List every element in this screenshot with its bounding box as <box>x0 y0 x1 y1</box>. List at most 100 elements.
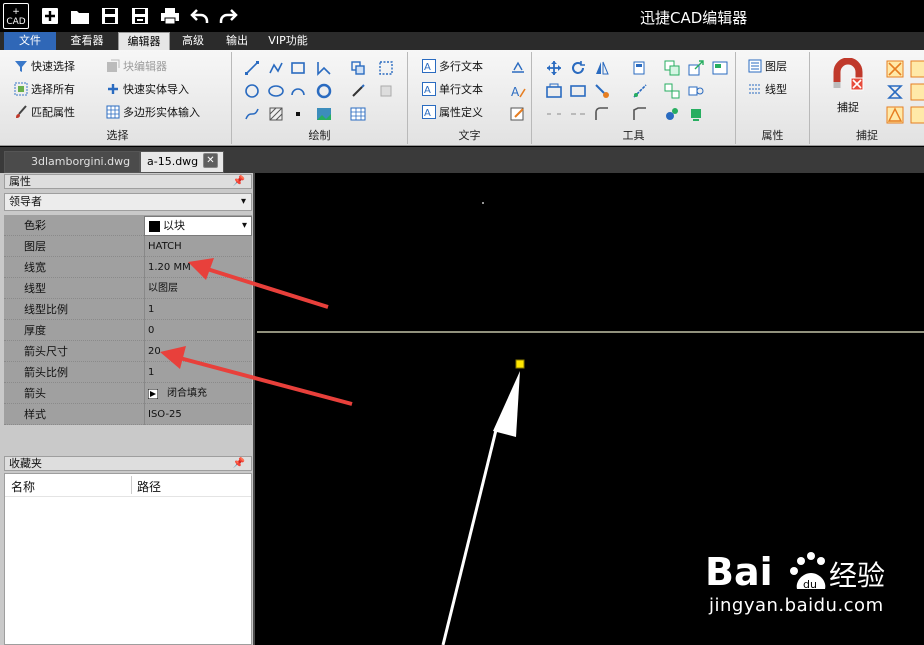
scale-icon[interactable] <box>688 60 704 76</box>
tab-file[interactable]: 文件 <box>4 32 56 50</box>
property-row-arrow[interactable]: 箭头 闭合填充 <box>4 383 252 404</box>
favorites-column-name[interactable]: 名称 <box>11 478 35 495</box>
gear-edit-icon[interactable] <box>664 106 680 122</box>
stretch-icon[interactable] <box>712 60 728 76</box>
match-properties-button[interactable]: 匹配属性 <box>14 104 75 120</box>
snap-midpoint-icon[interactable] <box>910 60 924 78</box>
array-icon[interactable] <box>632 60 648 76</box>
tab-editor[interactable]: 编辑器 <box>118 32 170 50</box>
open-folder-icon[interactable] <box>69 5 91 27</box>
hatch-icon[interactable] <box>268 106 284 122</box>
chamfer-icon[interactable] <box>632 83 648 99</box>
mirror-icon[interactable] <box>594 60 610 76</box>
layer-button[interactable]: 图层 <box>748 58 787 74</box>
save-as-icon[interactable] <box>129 5 151 27</box>
snap-intersection-icon[interactable] <box>886 83 904 101</box>
properties-panel-header: 属性 📌 <box>4 174 252 189</box>
select-all-button[interactable]: 选择所有 <box>14 81 75 97</box>
property-row-style[interactable]: 样式 ISO-25 <box>4 404 252 425</box>
polygon-entity-input-button[interactable]: 多边形实体输入 <box>106 104 200 120</box>
entity-type-select[interactable]: 领导者 ▾ <box>4 193 252 211</box>
join-icon[interactable] <box>688 83 704 99</box>
snap-center-icon[interactable] <box>910 83 924 101</box>
save-icon[interactable] <box>99 5 121 27</box>
pin-icon[interactable]: 📌 <box>233 457 245 470</box>
pen-icon[interactable] <box>350 83 366 99</box>
tab-output[interactable]: 输出 <box>218 32 256 50</box>
break-at-point-icon[interactable] <box>570 106 586 122</box>
property-row-thickness[interactable]: 厚度 0 <box>4 320 252 341</box>
tab-advanced[interactable]: 高级 <box>174 32 212 50</box>
property-row-lineweight[interactable]: 线宽 1.20 MM <box>4 257 252 278</box>
text-edit-icon[interactable]: A <box>510 83 526 99</box>
tab-viewer[interactable]: 查看器 <box>62 32 112 50</box>
image-icon[interactable] <box>316 106 332 122</box>
extend-icon[interactable] <box>594 83 610 99</box>
favorites-column-path[interactable]: 路径 <box>137 478 161 495</box>
leader-line[interactable] <box>441 425 499 645</box>
leader-arrowhead[interactable] <box>493 371 520 437</box>
property-row-arrow-size[interactable]: 箭头尺寸 20 <box>4 341 252 362</box>
tab-vip[interactable]: VIP功能 <box>262 32 314 50</box>
text-style-icon[interactable] <box>510 60 526 76</box>
line-icon[interactable] <box>244 60 260 76</box>
property-row-linetype-scale[interactable]: 线型比例 1 <box>4 299 252 320</box>
break-icon[interactable] <box>546 106 562 122</box>
rotate-icon[interactable] <box>570 60 586 76</box>
app-title: 迅捷CAD编辑器 <box>640 9 748 27</box>
property-row-linetype[interactable]: 线型 以图层 <box>4 278 252 299</box>
snap-endpoint-icon[interactable] <box>886 60 904 78</box>
rectangle-icon[interactable] <box>290 60 306 76</box>
circle-icon[interactable] <box>244 83 260 99</box>
quick-select-button[interactable]: 快速选择 <box>14 58 75 74</box>
attribute-define-button[interactable]: A 属性定义 <box>422 104 483 120</box>
table-icon[interactable] <box>350 106 366 122</box>
corner-icon[interactable] <box>632 106 648 122</box>
svg-text:A: A <box>511 85 520 99</box>
print-icon[interactable] <box>159 5 181 27</box>
insert-block-icon[interactable] <box>350 60 366 76</box>
donut-icon[interactable] <box>316 83 332 99</box>
quick-entity-import-button[interactable]: 快速实体导入 <box>106 81 189 97</box>
single-line-text-button[interactable]: A 单行文本 <box>422 81 483 97</box>
doc-tab-3dlamborgini[interactable]: 3dlamborgini.dwg <box>4 151 140 173</box>
redo-icon[interactable] <box>217 5 239 27</box>
copy-icon[interactable] <box>664 60 680 76</box>
snap-button[interactable]: 捕捉 <box>824 57 872 118</box>
offset-icon[interactable] <box>546 83 562 99</box>
polyline-icon[interactable] <box>268 60 284 76</box>
document-tabs: 3dlamborgini.dwg a-15.dwg ✕ <box>0 147 924 173</box>
move-icon[interactable] <box>546 60 562 76</box>
fillet-icon[interactable] <box>594 106 610 122</box>
arc-icon[interactable] <box>290 83 306 99</box>
svg-text:A: A <box>424 108 431 119</box>
erase-icon[interactable] <box>688 106 704 122</box>
text-pen-icon[interactable] <box>510 106 526 122</box>
snap-group-label: 捕捉 <box>856 129 878 142</box>
pin-icon[interactable]: 📌 <box>233 175 245 188</box>
multiline-icon[interactable] <box>316 60 332 76</box>
copy-dim-icon[interactable] <box>378 83 394 99</box>
undo-icon[interactable] <box>189 5 211 27</box>
color-select[interactable]: 以块 ▾ <box>144 216 252 236</box>
block-editor-button[interactable]: 块编辑器 <box>106 58 167 74</box>
trim-icon[interactable] <box>570 83 586 99</box>
new-icon[interactable] <box>39 5 61 27</box>
tools-group: 工具 <box>532 52 736 144</box>
close-icon[interactable]: ✕ <box>203 153 218 168</box>
snap-quadrant-icon[interactable] <box>910 106 924 124</box>
property-row-arrow-scale[interactable]: 箭头比例 1 <box>4 362 252 383</box>
linetype-button[interactable]: 线型 <box>748 81 787 97</box>
region-icon[interactable] <box>378 60 394 76</box>
app-logo: + CAD <box>3 3 29 29</box>
chevron-down-icon: ▾ <box>240 196 246 207</box>
multiline-text-button[interactable]: A 多行文本 <box>422 58 483 74</box>
svg-text:du: du <box>803 578 817 591</box>
spline-icon[interactable] <box>244 106 260 122</box>
grip-point[interactable] <box>515 359 525 369</box>
property-row-layer[interactable]: 图层 HATCH <box>4 236 252 257</box>
snap-triangle-icon[interactable] <box>886 106 904 124</box>
explode-icon[interactable] <box>664 83 680 99</box>
point-icon[interactable] <box>290 106 306 122</box>
ellipse-icon[interactable] <box>268 83 284 99</box>
